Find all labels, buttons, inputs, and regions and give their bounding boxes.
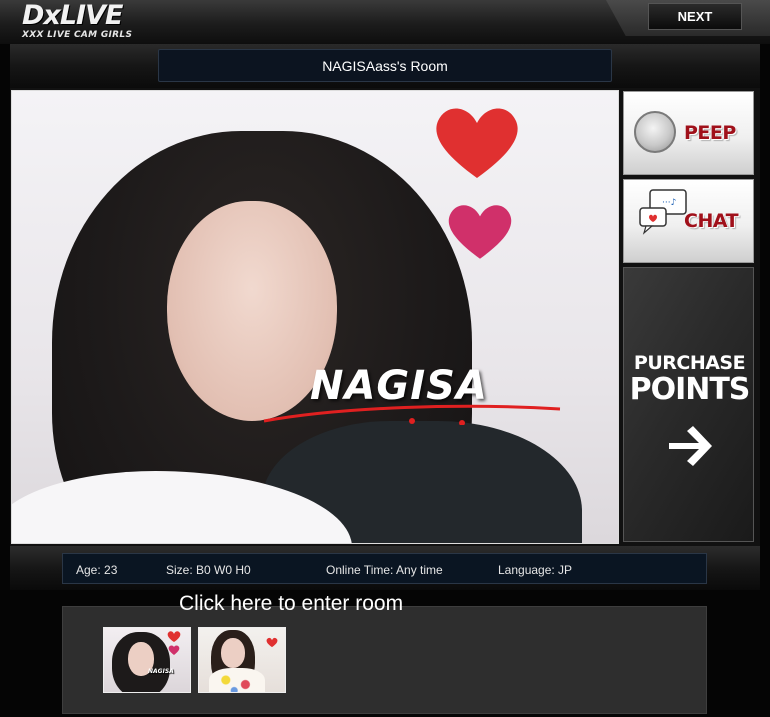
heart-icon [448,205,512,259]
purchase-points-button[interactable]: PURCHASE POINTS [623,267,754,542]
overlay-swoosh [263,404,561,425]
site-logo[interactable]: DxLIVE XXX LIVE CAM GIRLS [22,0,133,41]
peep-label: PEEP [684,122,736,144]
room-title: NAGISAass's Room [158,49,612,82]
thumb-face [221,638,245,668]
thumb-dress [209,668,265,692]
heart-icon [167,631,181,655]
logo-main-text: DxLIVE [22,0,123,31]
arrow-right-icon [669,426,712,466]
enter-room-link[interactable]: Click here to enter room [179,592,403,616]
purchase-line1: PURCHASE [633,352,746,374]
next-button[interactable]: NEXT [648,3,742,30]
svg-text:···♪: ···♪ [662,198,676,208]
info-language: Language: JP [498,563,573,577]
heart-icon [436,108,518,178]
thumb-overlay-name: NAGISA [148,668,174,675]
chat-icon: ···♪ [639,189,687,235]
info-size: Size: B0 W0 H0 [166,563,251,577]
info-online-time: Online Time: Any time [326,563,443,577]
gallery-thumbnail[interactable] [198,627,286,693]
peep-button[interactable]: PEEP [623,91,754,175]
gallery-thumbnail[interactable]: NAGISA [103,627,191,693]
heart-icon [266,637,278,648]
logo-sub-text: XXX LIVE CAM GIRLS [22,30,133,40]
peep-icon [634,111,676,153]
info-age: Age: 23 [76,563,118,577]
purchase-line2: POINTS [629,372,751,407]
chat-label: CHAT [684,210,739,232]
profile-info-bar: Age: 23 Size: B0 W0 H0 Online Time: Any … [62,553,707,584]
chat-button[interactable]: ···♪ CHAT [623,179,754,263]
room-preview-image[interactable]: NAGISA [11,90,619,544]
